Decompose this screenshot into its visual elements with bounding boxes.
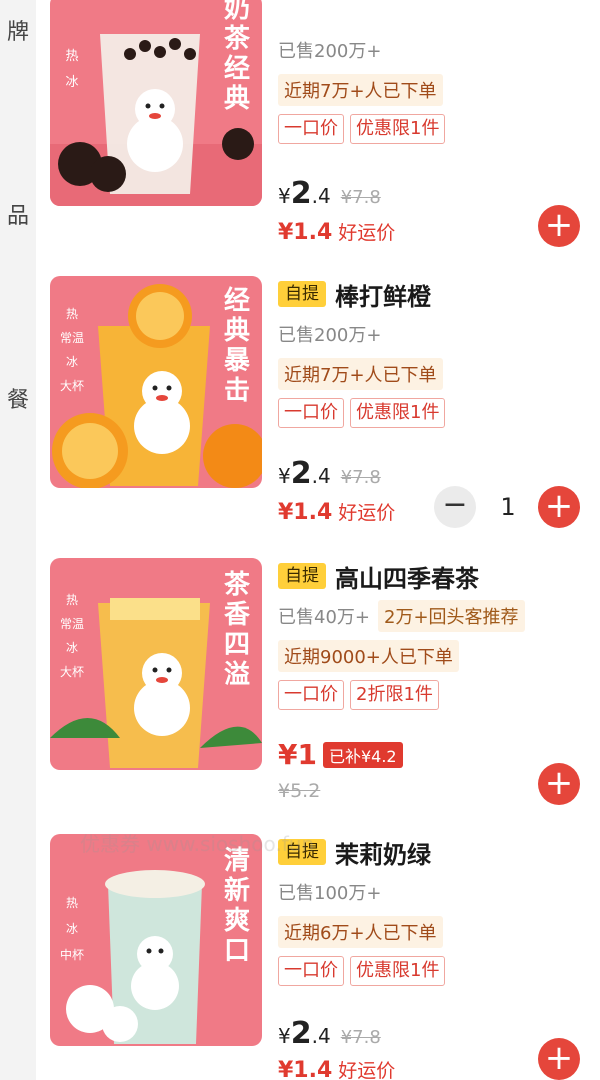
sidebar-item-products[interactable]: 品 <box>0 198 36 230</box>
promo-tag: 一口价 <box>278 956 344 986</box>
sold-count: 已售40万+ <box>278 607 370 628</box>
product-info: 已售200万+ 近期7万+人已下单 一口价 优惠限1件 ¥2.4 ¥7.8 ¥1… <box>278 0 598 245</box>
add-to-cart-button[interactable]: + <box>538 486 580 528</box>
image-slogan: 奶茶经典 <box>223 0 250 114</box>
recent-orders-badge: 近期9000+人已下单 <box>278 640 459 672</box>
quantity-value: 1 <box>500 493 516 521</box>
original-price: ¥7.8 <box>340 187 381 208</box>
sold-count: 已售200万+ <box>278 41 382 62</box>
price: ¥2.4 ¥7.8 <box>278 1016 381 1051</box>
product-image[interactable]: 清新爽口 热冰中杯 <box>50 834 262 1046</box>
product-image[interactable]: 经典暴击 热常温冰大杯 <box>50 276 262 488</box>
product-card[interactable]: 茶香四溢 热常温冰大杯 自提 高山四季春茶 已售40万+ 2万+回头客推荐 近期… <box>36 558 600 818</box>
image-slogan: 经典暴击 <box>223 286 250 406</box>
category-sidebar: 牌 品 餐 <box>0 0 36 1080</box>
product-name: 棒打鲜橙 <box>335 282 431 311</box>
plus-icon: + <box>544 486 574 526</box>
product-card[interactable]: 清新爽口 热冰中杯 自提 茉莉奶绿 已售100万+ 近期6万+人已下单 一口价 … <box>36 834 600 1080</box>
minus-icon: − <box>442 487 468 522</box>
product-image[interactable]: 奶茶经典 热冰 <box>50 0 262 206</box>
product-name: 高山四季春茶 <box>335 564 479 593</box>
promo-tag: 优惠限1件 <box>350 398 446 428</box>
plus-icon: + <box>544 205 574 245</box>
product-info: 自提 棒打鲜橙 已售200万+ 近期7万+人已下单 一口价 优惠限1件 ¥2.4… <box>278 276 598 525</box>
add-to-cart-button[interactable]: + <box>538 205 580 247</box>
promo-tag: 一口价 <box>278 114 344 144</box>
price: ¥2.4 ¥7.8 <box>278 456 381 491</box>
pickup-badge: 自提 <box>278 563 326 589</box>
product-info: 自提 茉莉奶绿 已售100万+ 近期6万+人已下单 一口价 优惠限1件 ¥2.4… <box>278 834 598 1080</box>
subsidy-badge: 已补¥4.2 <box>322 741 403 768</box>
sidebar-item-brand[interactable]: 牌 <box>0 14 36 46</box>
product-card[interactable]: 奶茶经典 热冰 已售200万+ 近期7万+人已下单 一口价 优惠限1件 ¥2.4… <box>36 0 600 260</box>
add-to-cart-button[interactable]: + <box>538 763 580 805</box>
price: ¥2.4 ¥7.8 <box>278 176 381 211</box>
lucky-price: ¥1.4 好运价 <box>278 1058 396 1080</box>
sidebar-item-meals[interactable]: 餐 <box>0 382 36 414</box>
lucky-price: ¥1.4 好运价 <box>278 500 396 525</box>
temperature-options: 热常温冰大杯 <box>60 593 85 679</box>
promo-tag: 优惠限1件 <box>350 114 446 144</box>
plus-icon: + <box>544 763 574 803</box>
watermark-text: 优惠券 www.sioshoo.fun <box>80 832 315 856</box>
sold-count: 已售200万+ <box>278 325 382 346</box>
promo-tag: 优惠限1件 <box>350 956 446 986</box>
promo-tag: 一口价 <box>278 398 344 428</box>
image-slogan: 清新爽口 <box>223 846 250 966</box>
product-info: 自提 高山四季春茶 已售40万+ 2万+回头客推荐 近期9000+人已下单 一口… <box>278 558 598 802</box>
product-card[interactable]: 经典暴击 热常温冰大杯 自提 棒打鲜橙 已售200万+ 近期7万+人已下单 一口… <box>36 276 600 546</box>
plus-icon: + <box>544 1038 574 1078</box>
original-price: ¥7.8 <box>340 1027 381 1048</box>
image-slogan: 茶香四溢 <box>223 570 250 690</box>
repeat-customer-badge: 2万+回头客推荐 <box>378 600 525 632</box>
temperature-options: 热冰 <box>65 49 79 90</box>
promo-tag: 一口价 <box>278 680 344 710</box>
lucky-price: ¥1.4 好运价 <box>278 220 396 245</box>
price: ¥1 已补¥4.2 <box>278 738 403 771</box>
recent-orders-badge: 近期6万+人已下单 <box>278 916 443 948</box>
promo-tag: 2折限1件 <box>350 680 439 710</box>
pickup-badge: 自提 <box>278 281 326 307</box>
product-image[interactable]: 茶香四溢 热常温冰大杯 <box>50 558 262 770</box>
sold-count: 已售100万+ <box>278 883 382 904</box>
recent-orders-badge: 近期7万+人已下单 <box>278 358 443 390</box>
recent-orders-badge: 近期7万+人已下单 <box>278 74 443 106</box>
original-price: ¥5.2 <box>278 780 321 802</box>
product-name: 茉莉奶绿 <box>335 840 431 869</box>
temperature-options: 热常温冰大杯 <box>60 307 85 393</box>
add-to-cart-button[interactable]: + <box>538 1038 580 1080</box>
decrease-quantity-button[interactable]: − <box>434 486 476 528</box>
original-price: ¥7.8 <box>340 467 381 488</box>
temperature-options: 热冰中杯 <box>60 896 85 962</box>
